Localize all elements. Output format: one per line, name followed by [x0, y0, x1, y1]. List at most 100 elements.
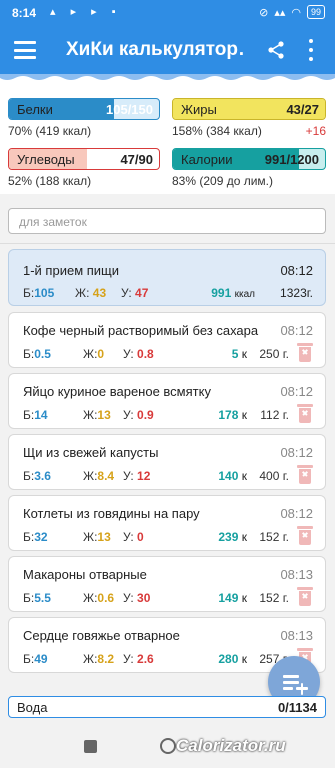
fat-label: Ж: — [83, 652, 98, 666]
food-name: Щи из свежей капусты — [23, 445, 159, 460]
macro-summary: Белки 105/150 70% (419 ккал) Жиры 43/27 … — [0, 84, 335, 194]
notes-input[interactable]: для заметок — [8, 208, 326, 234]
carbs-value: 47/90 — [120, 152, 153, 167]
meal-kcal-unit: ккал — [234, 289, 255, 300]
delete-icon[interactable] — [297, 343, 313, 362]
protein-value: 105/150 — [106, 102, 153, 117]
food-kcal: 140 к — [218, 469, 247, 483]
delete-icon[interactable] — [297, 526, 313, 545]
more-options-icon[interactable] — [308, 39, 314, 61]
meal-carbs-value: 47 — [135, 286, 149, 300]
food-carbs: У: 0 — [123, 530, 144, 544]
food-time: 08:12 — [280, 445, 313, 460]
food-weight: 250 г. — [259, 347, 289, 361]
kcal-unit: к — [241, 591, 247, 605]
notification-icons: ▴ ▸ ▸ ▪ — [50, 6, 122, 18]
protein-label: Б: — [23, 408, 35, 422]
food-carbs: У: 2.6 — [123, 652, 154, 666]
share-icon[interactable] — [266, 40, 286, 60]
food-protein: Б:49 — [23, 652, 48, 666]
food-kcal: 149 к — [218, 591, 247, 605]
carbs-label: У: — [123, 408, 134, 422]
food-fat: Ж:13 — [83, 408, 111, 422]
meal-kcal: 991 ккал — [211, 286, 255, 300]
weight-unit: г. — [282, 591, 289, 605]
kcal-unit: к — [241, 530, 247, 544]
protein-label: Б: — [23, 347, 35, 361]
carbs-label: У: — [123, 530, 134, 544]
water-tracker[interactable]: Вода 0/1134 — [8, 696, 326, 718]
meal-fat-label: Ж: — [75, 286, 90, 300]
protein-label: Белки — [17, 102, 53, 117]
food-kcal: 239 к — [218, 530, 247, 544]
fat-value: 13 — [97, 408, 111, 422]
fat-value: 0.6 — [97, 591, 115, 605]
water-label: Вода — [17, 700, 48, 715]
carbs-label: У: — [123, 347, 134, 361]
weight-unit: г. — [282, 530, 289, 544]
kcal-value: 5 — [231, 347, 239, 361]
carbs-value: 0 — [137, 530, 144, 544]
meal-header[interactable]: 1-й прием пищи 08:12 Б:105 Ж: 43 У: 47 9… — [8, 249, 326, 306]
food-kcal: 5 к — [232, 347, 247, 361]
weight-unit: г. — [282, 408, 289, 422]
meal-weight-unit: г. — [306, 286, 313, 300]
fat-label: Ж: — [83, 347, 98, 361]
carbs-label: Углеводы — [17, 152, 75, 167]
delete-icon[interactable] — [297, 587, 313, 606]
delete-icon[interactable] — [297, 465, 313, 484]
protein-label: Б: — [23, 469, 35, 483]
food-carbs: У: 12 — [123, 469, 150, 483]
recent-apps-icon[interactable] — [84, 740, 97, 753]
carbs-value: 0.9 — [137, 408, 154, 422]
battery-icon: 99 — [306, 5, 325, 19]
app-bar: ХиКи калькулятор… — [0, 26, 335, 74]
calories-value: 991/1200 — [264, 152, 319, 167]
status-time: 8:14 — [12, 6, 37, 20]
add-list-icon-line — [283, 687, 293, 690]
carbs-label: У: — [123, 469, 134, 483]
carbs-bar: Углеводы 47/90 — [8, 148, 160, 170]
fat-label: Ж: — [83, 408, 98, 422]
meal-fat: Ж: 43 — [75, 286, 106, 300]
carbs-value: 30 — [137, 591, 151, 605]
system-icons: ⊘ ▴▴ ◠ 99 — [259, 5, 325, 19]
delete-icon[interactable] — [297, 404, 313, 423]
fat-value: 43/27 — [286, 102, 319, 117]
food-time: 08:12 — [280, 323, 313, 338]
home-icon[interactable] — [160, 738, 176, 754]
food-weight: 152 г. — [259, 530, 289, 544]
food-item[interactable]: Яйцо куриное вареное всмятку 08:12 Б:14 … — [8, 373, 326, 429]
add-list-icon — [283, 675, 299, 678]
carbs-sub: 52% (188 ккал) — [8, 174, 92, 188]
kcal-unit: к — [241, 347, 247, 361]
fat-label: Ж: — [83, 530, 98, 544]
protein-value: 49 — [34, 652, 48, 666]
food-fat: Ж:8.2 — [83, 652, 114, 666]
fat-label: Ж: — [83, 469, 98, 483]
carbs-label: У: — [123, 591, 134, 605]
food-weight: 152 г. — [259, 591, 289, 605]
meal-kcal-value: 991 — [211, 286, 232, 300]
food-protein: Б:0.5 — [23, 347, 51, 361]
mute-icon: ⊘ — [259, 6, 269, 19]
fat-value: 8.4 — [97, 469, 115, 483]
food-item[interactable]: Кофе черный растворимый без сахара 08:12… — [8, 312, 326, 368]
food-protein: Б:32 — [23, 530, 48, 544]
meal-weight-value: 1323 — [280, 286, 307, 300]
calories-label: Калории — [181, 152, 233, 167]
protein-value: 3.6 — [34, 469, 51, 483]
food-item[interactable]: Макароны отварные 08:13 Б:5.5 Ж:0.6 У: 3… — [8, 556, 326, 612]
food-item[interactable]: Котлеты из говядины на пару 08:12 Б:32 Ж… — [8, 495, 326, 551]
calories-bar: Калории 991/1200 — [172, 148, 326, 170]
meal-weight: 1323г. — [280, 286, 313, 300]
food-item[interactable]: Щи из свежей капусты 08:12 Б:3.6 Ж:8.4 У… — [8, 434, 326, 490]
menu-icon[interactable] — [12, 38, 38, 62]
food-weight: 400 г. — [259, 469, 289, 483]
food-protein: Б:14 — [23, 408, 48, 422]
food-protein: Б:3.6 — [23, 469, 51, 483]
food-carbs: У: 0.8 — [123, 347, 154, 361]
fat-value: 8.2 — [97, 652, 115, 666]
food-name: Котлеты из говядины на пару — [23, 506, 200, 521]
header-wave — [0, 74, 335, 84]
